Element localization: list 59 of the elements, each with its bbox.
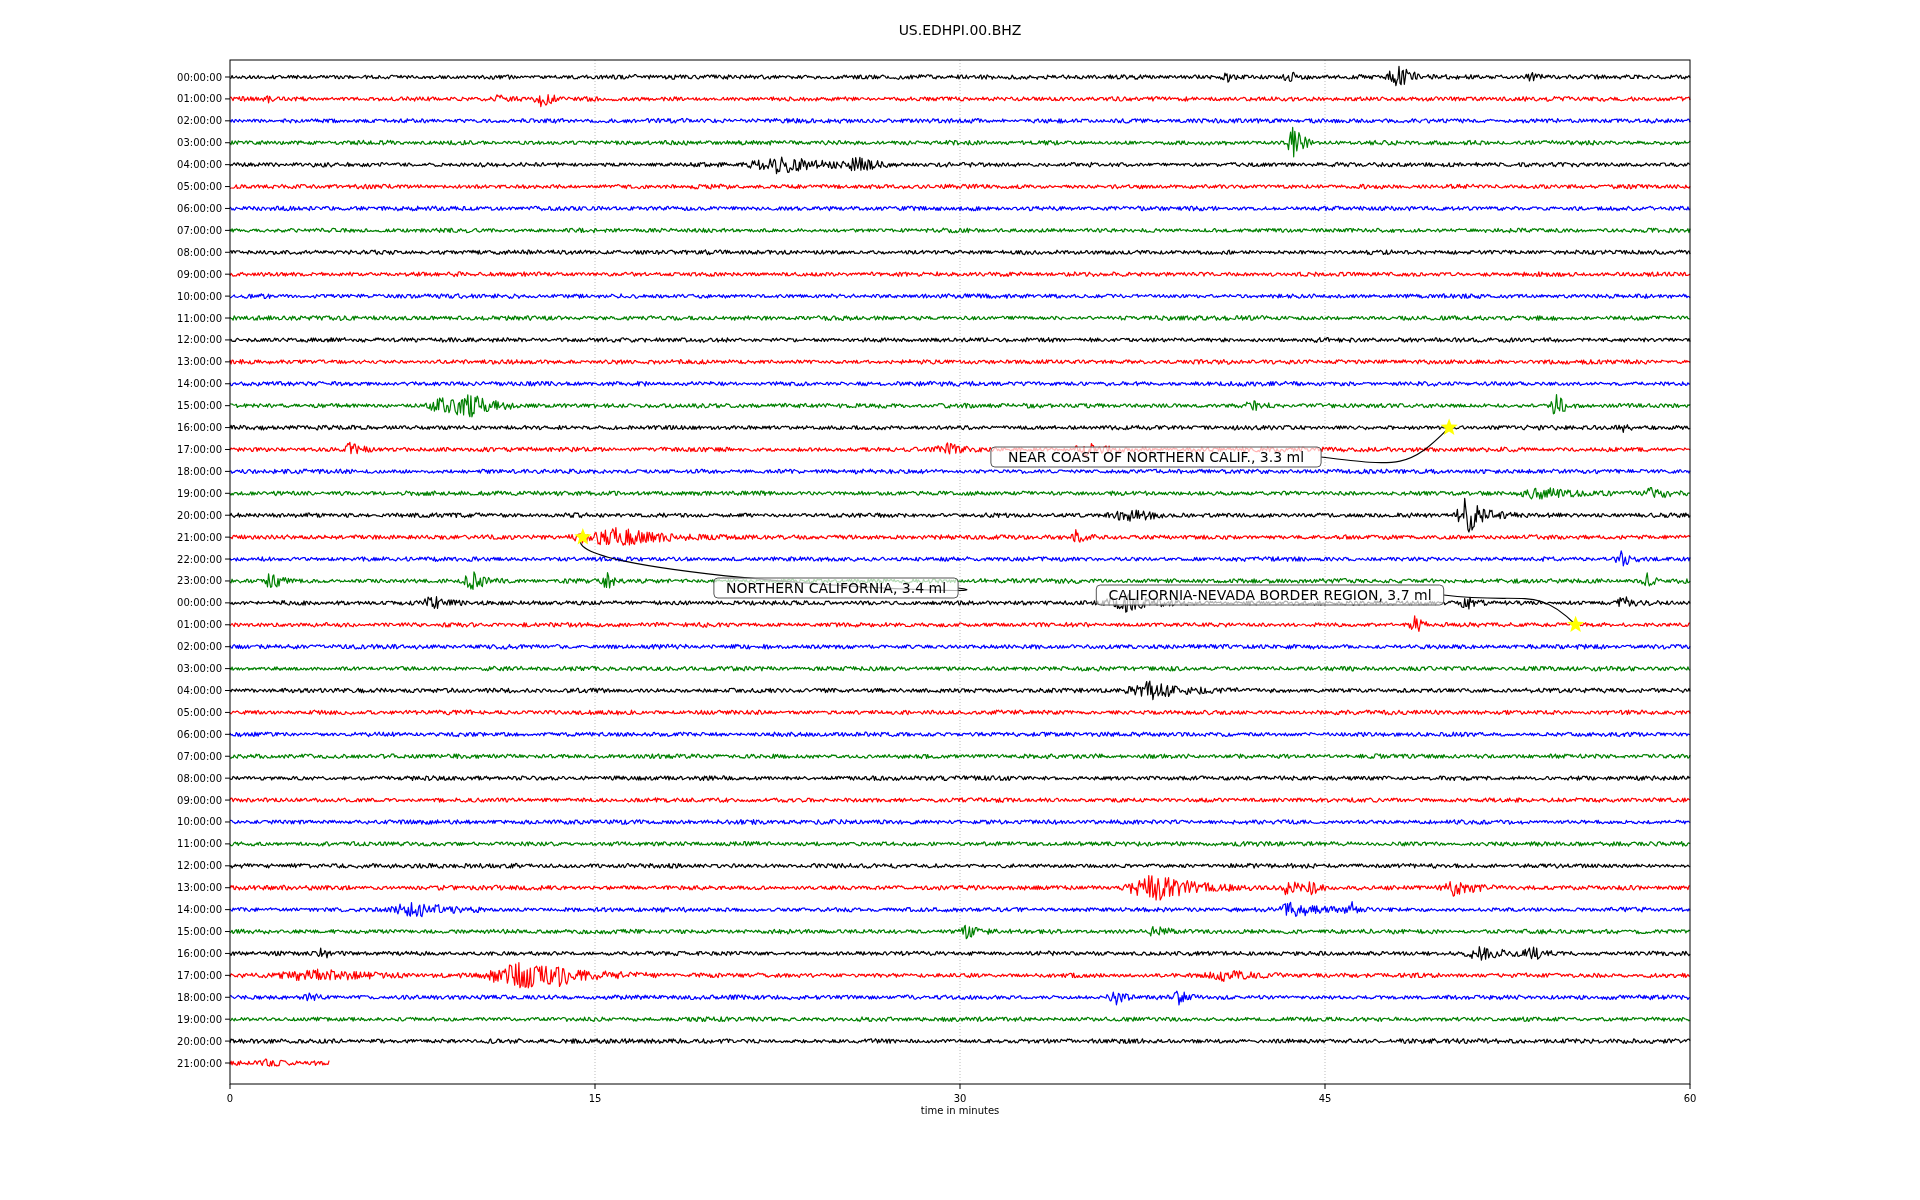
hour-label: 08:00:00 [177, 246, 222, 258]
hour-label: 21:00:00 [177, 531, 222, 543]
hour-label: 09:00:00 [177, 268, 222, 280]
hour-label: 15:00:00 [177, 400, 222, 412]
hour-label: 14:00:00 [177, 904, 222, 916]
hour-label: 04:00:00 [177, 159, 222, 171]
event-label: NEAR COAST OF NORTHERN CALIF., 3.3 ml [990, 446, 1322, 468]
hour-label: 20:00:00 [177, 509, 222, 521]
hour-label: 19:00:00 [177, 1013, 222, 1025]
hour-label: 16:00:00 [177, 947, 222, 959]
hour-label: 10:00:00 [177, 816, 222, 828]
hour-label: 06:00:00 [177, 202, 222, 214]
hour-label: 23:00:00 [177, 575, 222, 587]
hour-label: 01:00:00 [177, 619, 222, 631]
hour-label: 14:00:00 [177, 378, 222, 390]
event-label: CALIFORNIA-NEVADA BORDER REGION, 3.7 ml [1095, 584, 1445, 606]
hour-label: 15:00:00 [177, 926, 222, 938]
hour-label: 11:00:00 [177, 838, 222, 850]
tick-label: 30 [953, 1093, 967, 1104]
hour-label: 00:00:00 [177, 597, 222, 609]
star-icon [1440, 418, 1458, 435]
star-icon [1567, 615, 1585, 633]
hour-label: 18:00:00 [177, 465, 222, 477]
star-icon [574, 528, 592, 545]
event-label: NORTHERN CALIFORNIA, 3.4 ml [713, 577, 959, 599]
hour-label: 20:00:00 [177, 1035, 222, 1047]
hour-label: 12:00:00 [177, 334, 222, 346]
tick-label: 45 [1318, 1093, 1332, 1104]
hour-label: 06:00:00 [177, 728, 222, 740]
hour-label: 02:00:00 [177, 115, 222, 127]
tick-label: 60 [1683, 1093, 1697, 1104]
hour-label: 18:00:00 [177, 991, 222, 1003]
hour-label: 05:00:00 [177, 181, 222, 193]
hour-label: 12:00:00 [177, 860, 222, 872]
hour-label: 22:00:00 [177, 553, 222, 565]
hour-label: 00:00:00 [177, 71, 222, 83]
hour-label: 07:00:00 [177, 750, 222, 762]
hour-label: 17:00:00 [177, 969, 222, 981]
axis-label: time in minutes [920, 1105, 1000, 1116]
hour-label: 09:00:00 [177, 794, 222, 806]
hour-label: 13:00:00 [177, 882, 222, 894]
hour-label: 10:00:00 [177, 290, 222, 302]
hour-label: 08:00:00 [177, 772, 222, 784]
tick-label: 0 [226, 1093, 234, 1104]
hour-label: 13:00:00 [177, 356, 222, 368]
hour-label: 04:00:00 [177, 685, 222, 696]
hour-label: 16:00:00 [177, 422, 222, 434]
tick-label: 15 [588, 1093, 602, 1104]
hour-label: 05:00:00 [177, 706, 222, 718]
hour-label: 07:00:00 [177, 224, 222, 236]
hour-label: 01:00:00 [177, 93, 222, 105]
hour-label: 02:00:00 [177, 641, 222, 653]
hour-label: 11:00:00 [177, 312, 222, 324]
hour-label: 21:00:00 [177, 1057, 222, 1069]
plot-title: US.EDHPI.00.BHZ [898, 22, 1022, 38]
hour-label: 03:00:00 [177, 137, 222, 149]
hour-label: 17:00:00 [177, 444, 222, 455]
hour-label: 03:00:00 [177, 663, 222, 675]
hour-label: 19:00:00 [177, 487, 222, 499]
